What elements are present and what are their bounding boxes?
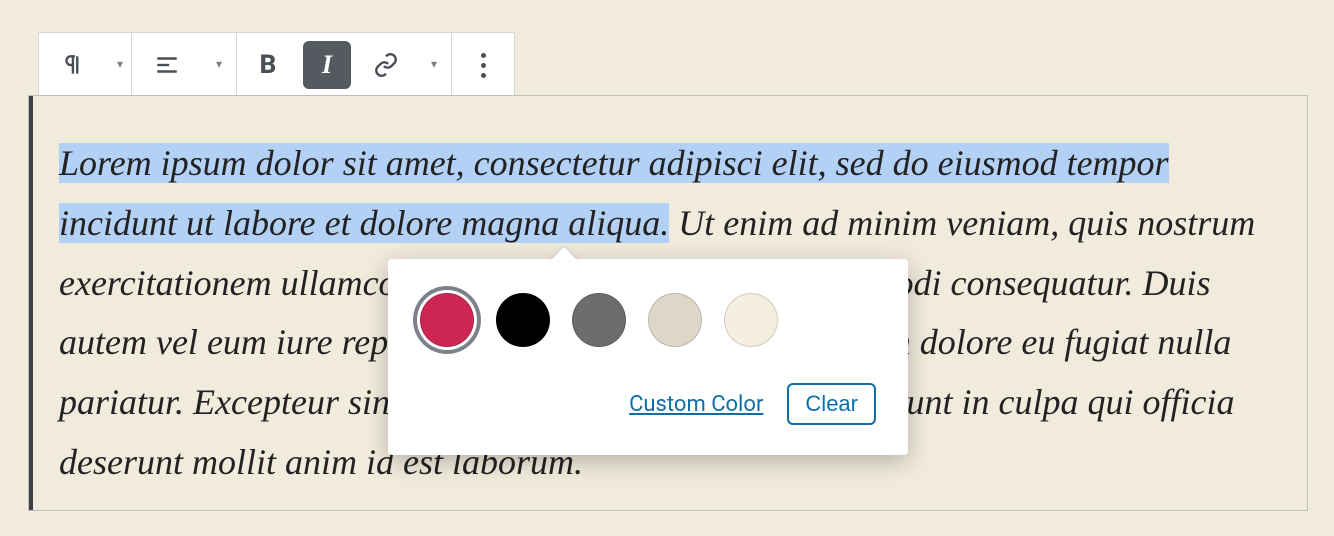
custom-color-link[interactable]: Custom Color bbox=[629, 392, 763, 417]
italic-button[interactable]: I bbox=[303, 41, 351, 89]
block-focus-indicator bbox=[29, 96, 33, 510]
text-color-popover: Custom Color Clear bbox=[388, 259, 908, 455]
color-swatch-light[interactable] bbox=[648, 293, 702, 347]
more-options-button[interactable] bbox=[452, 33, 514, 97]
block-type-button[interactable] bbox=[39, 33, 109, 97]
align-button[interactable] bbox=[132, 33, 202, 97]
align-dropdown[interactable]: ▾ bbox=[202, 33, 236, 95]
clear-color-button[interactable]: Clear bbox=[787, 383, 876, 425]
bold-button[interactable]: B bbox=[237, 33, 299, 97]
color-swatch-row bbox=[410, 293, 888, 347]
selected-text-line-1: Lorem ipsum dolor sit amet, consectetur … bbox=[59, 143, 1169, 183]
link-button[interactable] bbox=[355, 33, 417, 97]
block-type-dropdown[interactable]: ▾ bbox=[109, 33, 131, 95]
color-swatch-primary[interactable] bbox=[420, 293, 474, 347]
block-toolbar: ▾ ▾ B I ▾ bbox=[38, 32, 515, 96]
color-swatch-cream[interactable] bbox=[724, 293, 778, 347]
kebab-icon bbox=[481, 53, 486, 78]
selected-text-line-2: incidunt ut labore et dolore magna aliqu… bbox=[59, 203, 669, 243]
color-swatch-black[interactable] bbox=[496, 293, 550, 347]
color-swatch-gray[interactable] bbox=[572, 293, 626, 347]
more-rich-text-dropdown[interactable]: ▾ bbox=[417, 33, 451, 95]
